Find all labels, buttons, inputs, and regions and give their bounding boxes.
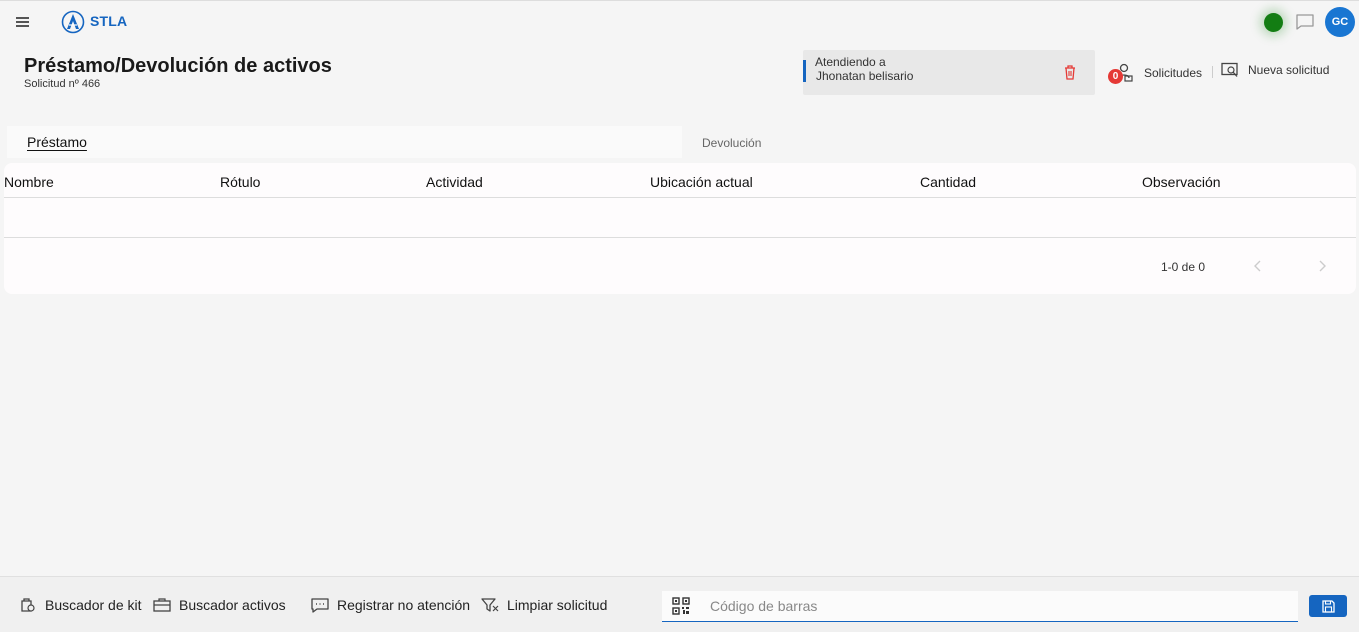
table-header-divider bbox=[4, 197, 1356, 198]
register-no-attention-button[interactable]: Registrar no atención bbox=[311, 597, 470, 613]
attending-label: Atendiendo a bbox=[815, 55, 886, 69]
kit-icon bbox=[21, 598, 35, 612]
save-icon bbox=[1321, 599, 1335, 613]
online-status-icon bbox=[1264, 13, 1283, 32]
request-number: Solicitud nº 466 bbox=[24, 78, 101, 90]
kit-search-label: Buscador de kit bbox=[45, 597, 142, 613]
barcode-field[interactable] bbox=[662, 591, 1298, 622]
trash-icon[interactable] bbox=[1063, 64, 1077, 80]
tab-devolucion[interactable]: Devolución bbox=[682, 126, 1357, 158]
stla-logo-icon bbox=[61, 10, 85, 34]
filter-clear-icon bbox=[481, 598, 499, 612]
asset-search-label: Buscador activos bbox=[179, 597, 286, 613]
chevron-right-icon[interactable] bbox=[1314, 258, 1330, 274]
pagination-range: 1-0 de 0 bbox=[1161, 260, 1206, 274]
barcode-input[interactable] bbox=[710, 596, 1270, 616]
new-request-label: Nueva solicitud bbox=[1248, 63, 1330, 77]
solicitudes-count-badge: 0 bbox=[1108, 69, 1123, 84]
page-title: Préstamo/Devolución de activos bbox=[24, 55, 332, 77]
qr-code-icon bbox=[672, 597, 690, 615]
clear-request-label: Limpiar solicitud bbox=[507, 597, 608, 613]
tab-prestamo[interactable]: Préstamo bbox=[7, 126, 682, 158]
actions-divider bbox=[1212, 66, 1213, 78]
column-header-observacion[interactable]: Observación bbox=[1142, 174, 1221, 190]
bottom-toolbar: Buscador de kit Buscador activos Registr… bbox=[0, 576, 1359, 632]
new-request-icon bbox=[1221, 62, 1238, 77]
solicitudes-button[interactable]: 0 Solicitudes bbox=[1108, 60, 1202, 86]
register-no-attention-label: Registrar no atención bbox=[337, 597, 471, 613]
column-header-cantidad[interactable]: Cantidad bbox=[920, 174, 976, 190]
user-avatar[interactable]: GC bbox=[1325, 7, 1355, 37]
assets-table: Nombre Rótulo Actividad Ubicación actual… bbox=[4, 163, 1356, 294]
tab-devolucion-label: Devolución bbox=[702, 136, 762, 150]
new-request-button[interactable]: Nueva solicitud bbox=[1221, 62, 1329, 78]
top-bar: STLA GC bbox=[0, 0, 1359, 42]
asset-search-button[interactable]: Buscador activos bbox=[153, 597, 286, 613]
chevron-left-icon[interactable] bbox=[1250, 258, 1266, 274]
brand-name: STLA bbox=[90, 13, 128, 29]
comment-alert-icon bbox=[311, 598, 329, 613]
column-header-rotulo[interactable]: Rótulo bbox=[220, 174, 260, 190]
chat-icon[interactable] bbox=[1295, 13, 1315, 31]
column-header-nombre[interactable]: Nombre bbox=[4, 174, 54, 190]
attending-name: Jhonatan belisario bbox=[816, 69, 914, 83]
hamburger-menu-icon[interactable] bbox=[12, 11, 34, 33]
column-header-ubicacion[interactable]: Ubicación actual bbox=[650, 174, 753, 190]
column-header-actividad[interactable]: Actividad bbox=[426, 174, 483, 190]
briefcase-icon bbox=[153, 598, 171, 612]
table-body-divider bbox=[4, 237, 1356, 238]
solicitudes-label: Solicitudes bbox=[1144, 66, 1203, 80]
attending-accent-bar bbox=[803, 60, 806, 82]
save-button[interactable] bbox=[1309, 595, 1347, 617]
attending-card: Atendiendo a Jhonatan belisario bbox=[803, 50, 1095, 95]
clear-request-button[interactable]: Limpiar solicitud bbox=[481, 597, 607, 613]
tab-prestamo-label: Préstamo bbox=[27, 134, 87, 150]
kit-search-button[interactable]: Buscador de kit bbox=[19, 597, 142, 613]
